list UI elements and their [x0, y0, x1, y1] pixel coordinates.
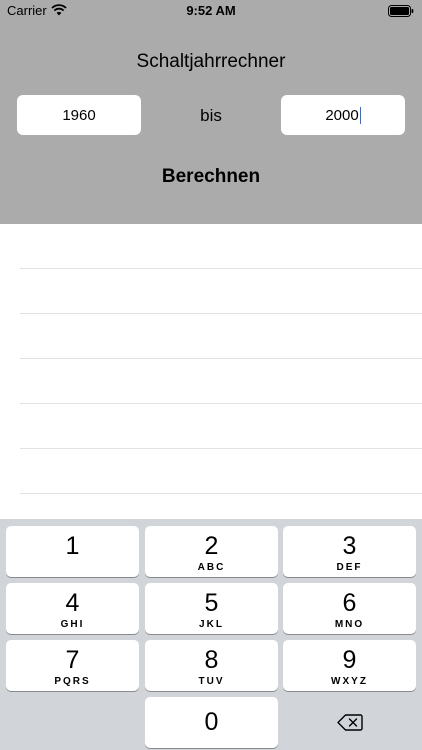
status-bar: Carrier 9:52 AM: [0, 0, 422, 22]
calculate-button[interactable]: Berechnen: [140, 163, 282, 191]
page-title: Schaltjahrrechner: [136, 51, 286, 72]
key-0[interactable]: 0: [145, 697, 278, 748]
key-1[interactable]: 1: [6, 526, 139, 577]
results-table[interactable]: [0, 224, 422, 519]
key-5[interactable]: 5 JKL: [145, 583, 278, 634]
key-8[interactable]: 8 TUV: [145, 640, 278, 691]
key-7[interactable]: 7 PQRS: [6, 640, 139, 691]
to-year-value: 2000: [325, 106, 359, 124]
key-2[interactable]: 2 ABC: [145, 526, 278, 577]
key-9[interactable]: 9 WXYZ: [283, 640, 416, 691]
number-pad-keyboard: 1 2 ABC 3 DEF 4 GHI 5 JKL 6 MNO 7 PQRS 8…: [0, 519, 422, 750]
table-row-separator: [20, 358, 422, 359]
table-row-separator: [20, 493, 422, 494]
delete-key[interactable]: [283, 697, 416, 748]
table-row-separator: [20, 403, 422, 404]
text-cursor: [359, 106, 361, 124]
to-year-field[interactable]: 2000: [281, 95, 405, 135]
table-row-separator: [20, 313, 422, 314]
key-3[interactable]: 3 DEF: [283, 526, 416, 577]
table-row-separator: [20, 268, 422, 269]
key-6[interactable]: 6 MNO: [283, 583, 416, 634]
status-time: 9:52 AM: [186, 3, 236, 18]
table-row-separator: [20, 448, 422, 449]
calculator-header: Schaltjahrrechner 1960 bis 2000 Berechne…: [0, 22, 422, 224]
battery-icon: [388, 5, 414, 17]
key-4[interactable]: 4 GHI: [6, 583, 139, 634]
backspace-icon: [337, 714, 363, 731]
